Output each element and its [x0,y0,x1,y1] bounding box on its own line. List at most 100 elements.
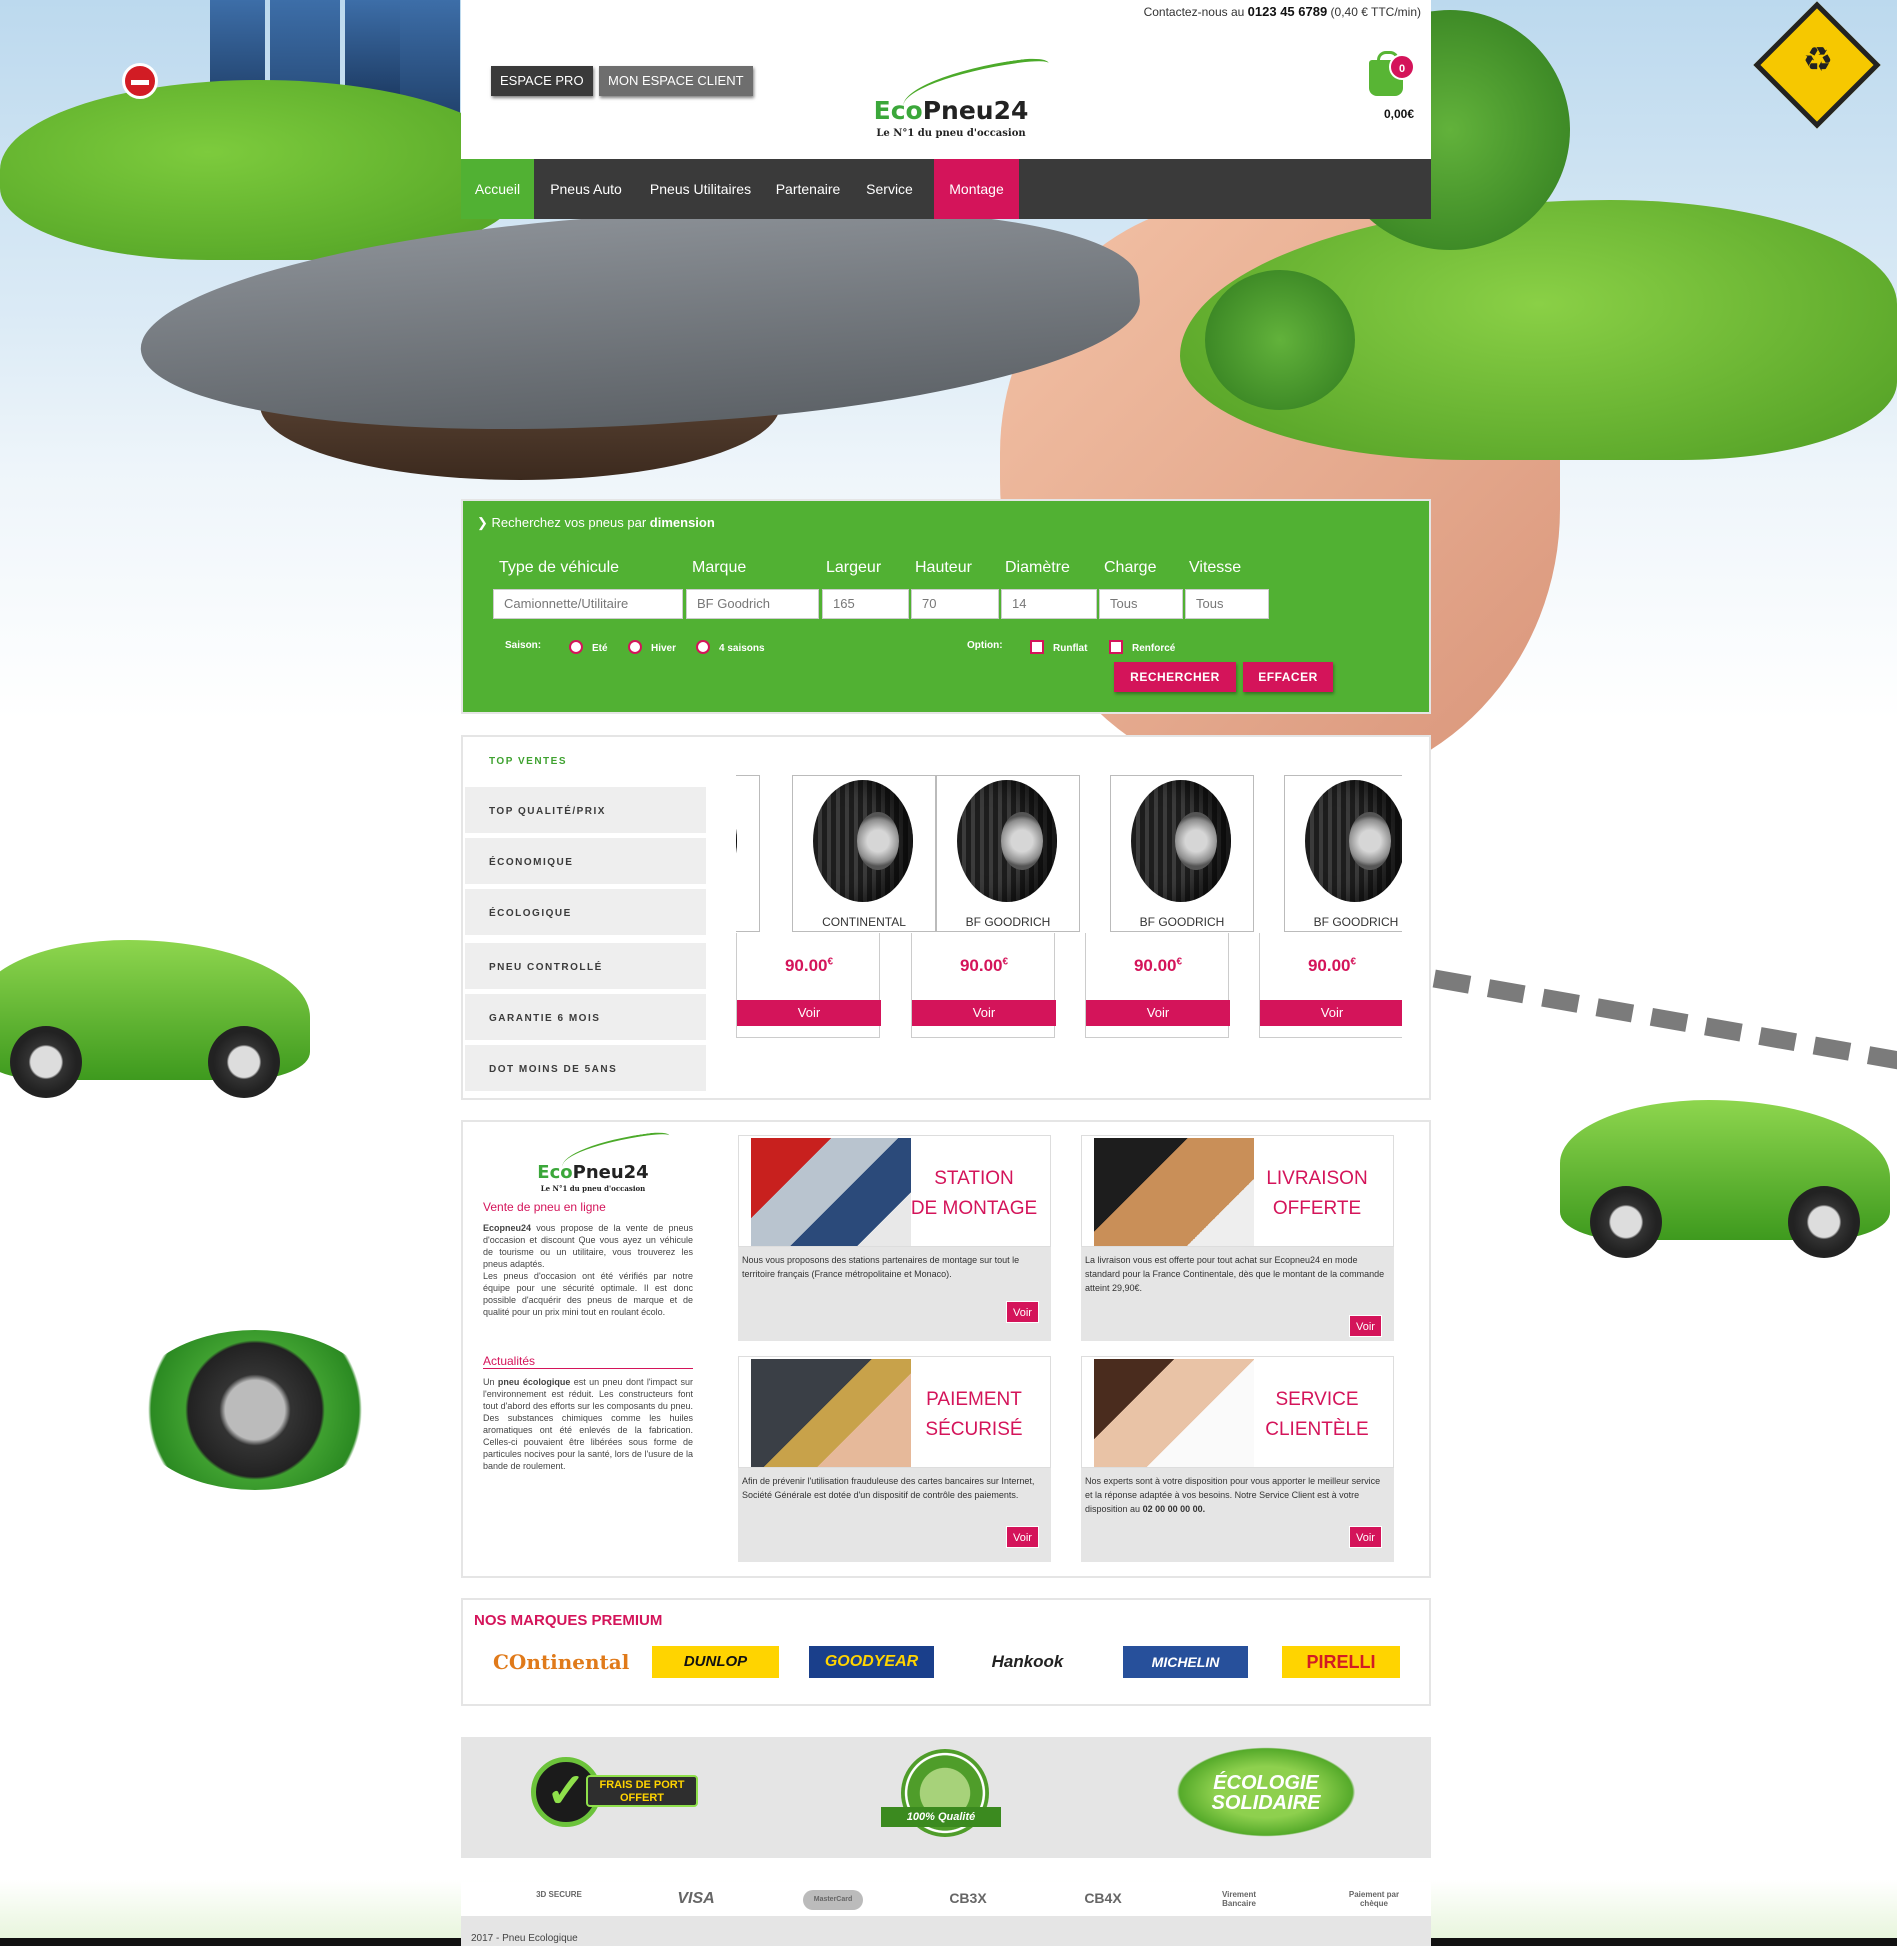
espace-pro-button[interactable]: ESPACE PRO [491,66,593,96]
label-brand: Marque [692,559,747,576]
cb4x-icon: CB4X [1084,1890,1122,1906]
brand-continental-logo[interactable]: COntinental [493,1646,629,1678]
search-button[interactable]: RECHERCHER [1114,662,1236,692]
nav-accueil[interactable]: Accueil [461,159,534,219]
about-heading: Vente de pneu en ligne [483,1200,606,1214]
mastercard-icon: MasterCard [803,1890,863,1910]
main-nav: Accueil Pneus Auto Pneus Utilitaires Par… [461,159,1431,219]
ecologie-solidaire-badge: ÉCOLOGIE SOLIDAIRE [1176,1747,1356,1837]
delivery-image [1094,1138,1254,1246]
cheque-icon: Paiement par chèque [1348,1890,1400,1908]
feature-view-button[interactable]: Voir [1349,1526,1382,1548]
nav-pneus-auto[interactable]: Pneus Auto [534,159,638,219]
news-text: Un pneu écologique est un pneu dont l'im… [483,1377,693,1471]
building-image [345,0,405,95]
tab-garantie-6-mois[interactable]: GARANTIE 6 MOIS [465,994,706,1042]
clear-button[interactable]: EFFACER [1243,662,1333,692]
chevron-right-icon: ❯ [477,515,492,530]
load-select[interactable]: Tous [1099,589,1183,619]
diameter-select[interactable]: 14 [1001,589,1097,619]
payment-methods: 3D SECURE VISA MasterCard CB3X CB4X Vire… [461,1882,1431,1916]
speed-select[interactable]: Tous [1185,589,1269,619]
espace-client-button[interactable]: MON ESPACE CLIENT [599,66,753,96]
product-view-button[interactable]: Voir [1260,1000,1402,1026]
3d-secure-icon: 3D SECURE [536,1890,582,1899]
feature-view-button[interactable]: Voir [1349,1315,1382,1337]
nav-pneus-utilitaires[interactable]: Pneus Utilitaires [638,159,763,219]
brand-hankook-logo[interactable]: Hankook [965,1646,1090,1678]
brand-select[interactable]: BF Goodrich [686,589,819,619]
product-card: 90.00€ Voir [911,933,1056,1038]
header: ESPACE PRO MON ESPACE CLIENT EcoPneu24 L… [461,24,1431,159]
feature-livraison-offerte: LIVRAISON OFFERTE La livraison vous est o… [1081,1135,1394,1341]
top-products-section: TOP VENTES TOP QUALITÉ/PRIX ÉCONOMIQUE É… [461,735,1431,1100]
feature-title: STATION DE MONTAGE [910,1168,1038,1219]
season-summer-radio[interactable] [569,640,583,654]
contact-label: Contactez-nous au [1143,5,1245,19]
feature-view-button[interactable]: Voir [1006,1301,1039,1323]
season-winter-radio[interactable] [628,640,642,654]
info-section: EcoPneu24 Le N°1 du pneu d'occasion Vent… [461,1120,1431,1578]
brand-goodyear-logo[interactable]: GOODYEAR [809,1646,934,1678]
label-speed: Vitesse [1189,559,1242,576]
logo-text: EcoPneu24 [873,96,1029,125]
tab-dot-moins-5-ans[interactable]: DOT MOINS DE 5ANS [465,1045,706,1093]
vehicle-type-select[interactable]: Camionnette/Utilitaire [493,589,683,619]
label-load: Charge [1104,559,1157,576]
contact-phone[interactable]: 0123 45 6789 [1248,4,1328,19]
width-select[interactable]: 165 [822,589,909,619]
product-image[interactable] [936,775,1080,932]
brand-pirelli-logo[interactable]: PIRELLI [1282,1646,1400,1678]
height-select[interactable]: 70 [911,589,999,619]
tab-top-ventes[interactable]: TOP VENTES [465,737,706,785]
tab-ecologique[interactable]: ÉCOLOGIQUE [465,889,706,937]
news-heading[interactable]: Actualités [483,1354,535,1368]
product-image[interactable] [1110,775,1254,932]
season-all-radio[interactable] [696,640,710,654]
news-divider [483,1368,693,1369]
brand-dunlop-logo[interactable]: DUNLOP [652,1646,779,1678]
reinforced-checkbox[interactable] [1109,640,1123,654]
site-logo[interactable]: EcoPneu24 Le N°1 du pneu d'occasion [841,46,1061,146]
label-height: Hauteur [915,559,972,576]
product-view-button[interactable]: Voir [912,1000,1056,1026]
customer-service-image [1094,1359,1254,1467]
product-brand: BF GOODRICH [1313,915,1399,929]
tyre-image [1131,780,1231,902]
quality-seal-badge: 100% Qualité [881,1749,1001,1845]
runflat-checkbox[interactable] [1030,640,1044,654]
season-summer-label: Eté [592,643,608,654]
contact-rate: (0,40 € TTC/min) [1330,5,1421,19]
nav-montage[interactable]: Montage [934,159,1019,219]
nav-partenaire[interactable]: Partenaire [763,159,853,219]
product-image-partial[interactable] [736,775,760,932]
product-card: 90.00€ Voir [736,933,881,1038]
feature-text: La livraison vous est offerte pour tout … [1085,1255,1385,1293]
product-brand: BF GOODRICH [965,915,1051,929]
mechanic-image [751,1138,911,1246]
product-view-button[interactable]: Voir [737,1000,881,1026]
product-view-button[interactable]: Voir [1086,1000,1230,1026]
visa-icon: VISA [677,1890,715,1907]
product-image[interactable] [1284,775,1402,932]
payment-terminal-image [751,1359,911,1467]
hill-image [0,80,520,260]
tab-pneu-controlle[interactable]: PNEU CONTROLLÉ [465,943,706,991]
feature-paiement-securise: PAIEMENT SÉCURISÉ Afin de prévenir l'util… [738,1356,1051,1562]
runflat-label: Runflat [1053,643,1088,654]
bank-transfer-icon: Virement Bancaire [1221,1890,1257,1908]
contact-bar: Contactez-nous au 0123 45 6789 (0,40 € T… [461,0,1431,24]
nav-service[interactable]: Service [853,159,926,219]
feature-view-button[interactable]: Voir [1006,1526,1039,1548]
season-winter-label: Hiver [651,643,677,654]
brand-michelin-logo[interactable]: MICHELIN [1123,1646,1248,1678]
product-image[interactable] [792,775,936,932]
product-brand: CONTINENTAL [822,915,906,929]
option-label: Option: [967,640,1003,651]
footer: 2017 - Pneu Ecologique [461,1916,1431,1946]
product-card: 90.00€ Voir [1085,933,1230,1038]
tab-economique[interactable]: ÉCONOMIQUE [465,838,706,886]
feature-text: Nous vous proposons des stations partena… [742,1255,1020,1279]
feature-station-montage: STATION DE MONTAGE Nous vous proposons de… [738,1135,1051,1341]
tab-top-qualite-prix[interactable]: TOP QUALITÉ/PRIX [465,787,706,835]
